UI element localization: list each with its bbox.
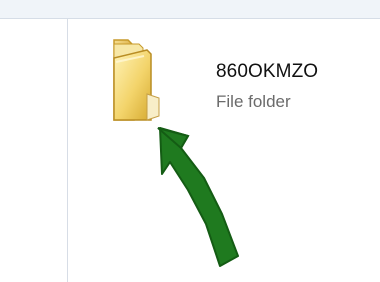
window-toolbar — [0, 0, 380, 19]
folder-item[interactable]: 860OKMZO File folder — [104, 34, 349, 126]
navigation-pane — [0, 19, 68, 282]
arrow-up-icon — [157, 127, 239, 267]
folder-name[interactable]: 860OKMZO — [216, 61, 318, 83]
folder-icon — [104, 34, 174, 126]
folder-type: File folder — [216, 92, 291, 111]
